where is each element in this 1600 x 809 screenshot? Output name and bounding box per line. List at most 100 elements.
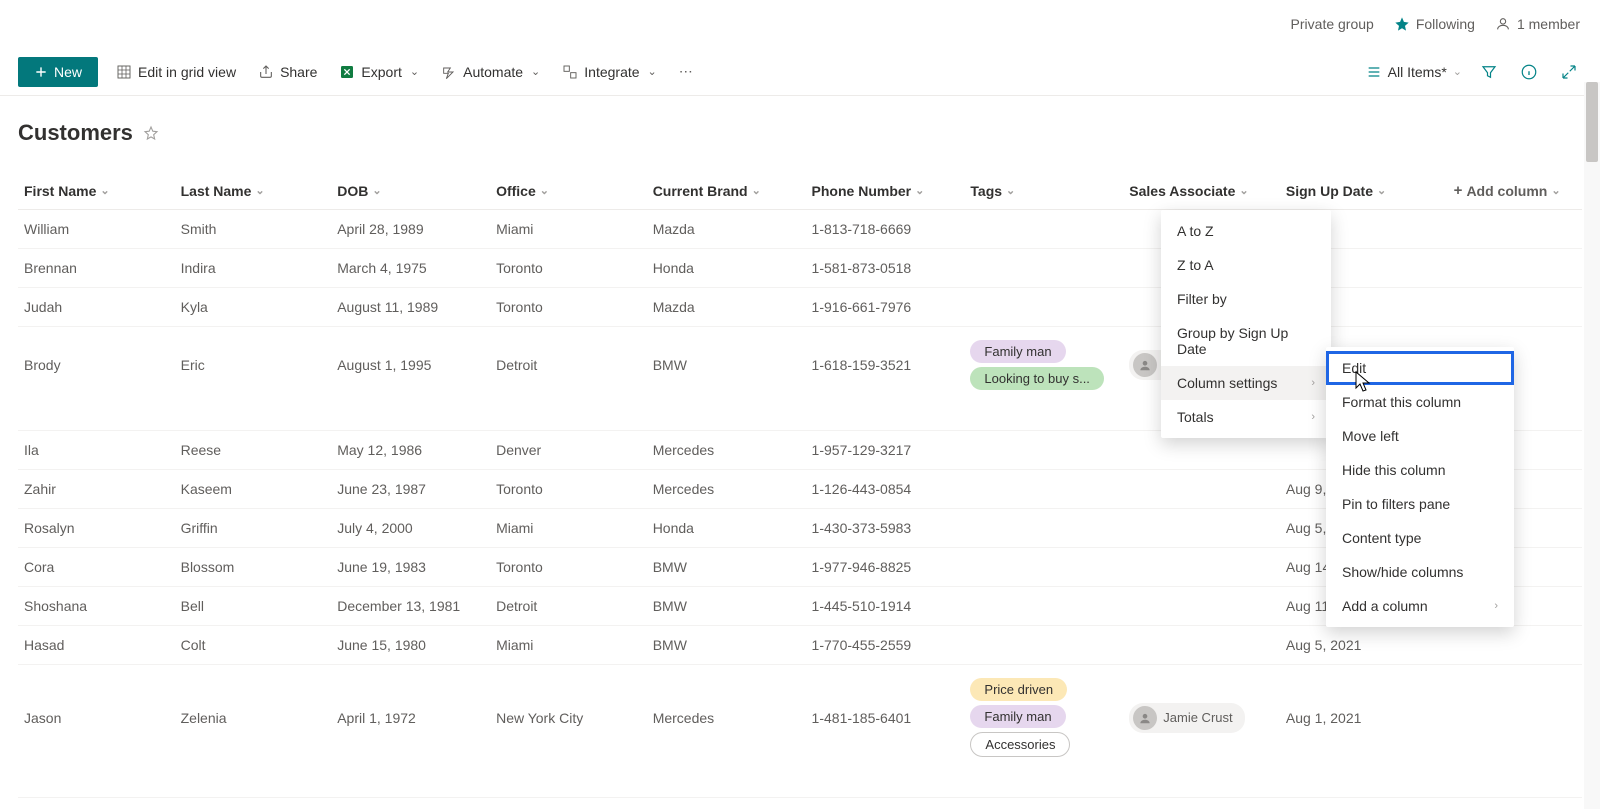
cell-last: Zelenia <box>175 665 332 798</box>
col-dob[interactable]: DOB⌄ <box>337 183 381 199</box>
cell-tags <box>964 509 1123 548</box>
col-assoc[interactable]: Sales Associate⌄ <box>1129 183 1248 199</box>
submenu-item[interactable]: Pin to filters pane <box>1326 487 1514 521</box>
cell-last: Blossom <box>175 548 332 587</box>
menu-item[interactable]: Column settings› <box>1161 366 1331 400</box>
view-selector[interactable]: All Items* ⌄ <box>1366 64 1462 80</box>
more-button[interactable]: ⋯ <box>675 57 697 86</box>
cell-last: Aimee <box>175 798 332 809</box>
cell-dob: April 1, 1972 <box>331 665 490 798</box>
col-office[interactable]: Office⌄ <box>496 183 549 199</box>
private-group-label: Private group <box>1291 16 1374 32</box>
new-button[interactable]: New <box>18 57 98 87</box>
automate-label: Automate <box>463 64 523 80</box>
automate-button[interactable]: Automate ⌄ <box>437 58 544 86</box>
menu-item[interactable]: Z to A <box>1161 248 1331 282</box>
menu-item[interactable]: Group by Sign Up Date <box>1161 316 1331 366</box>
submenu-item[interactable]: Move left <box>1326 419 1514 453</box>
grid-icon <box>116 64 132 80</box>
cell-office: Miami <box>490 210 647 249</box>
cell-tags <box>964 798 1123 809</box>
members-link[interactable]: 1 member <box>1495 16 1580 32</box>
cell-brand: Mazda <box>647 210 806 249</box>
expand-button[interactable] <box>1556 59 1582 85</box>
add-column-button[interactable]: +Add column⌄ <box>1454 182 1561 199</box>
cell-last: Bell <box>175 587 332 626</box>
export-label: Export <box>361 64 401 80</box>
edit-grid-label: Edit in grid view <box>138 64 236 80</box>
menu-item[interactable]: Filter by <box>1161 282 1331 316</box>
cell-dob: August 11, 1989 <box>331 288 490 327</box>
export-button[interactable]: Export ⌄ <box>335 58 423 86</box>
info-pane-button[interactable] <box>1516 59 1542 85</box>
col-brand[interactable]: Current Brand⌄ <box>653 183 761 199</box>
menu-item[interactable]: A to Z <box>1161 214 1331 248</box>
submenu-item[interactable]: Content type <box>1326 521 1514 555</box>
col-sign-up[interactable]: Sign Up Date⌄ <box>1286 183 1386 199</box>
cell-empty <box>1448 626 1582 665</box>
vertical-scrollbar[interactable] <box>1584 82 1600 809</box>
cell-dob: July 4, 2000 <box>331 509 490 548</box>
table-row[interactable]: EugeniaAimeeJanuary 9, 1990DallasBMW1-61… <box>18 798 1582 809</box>
submenu-item[interactable]: Edit <box>1326 351 1514 385</box>
cell-empty <box>1448 288 1582 327</box>
cell-office: New York City <box>490 665 647 798</box>
cell-office: Toronto <box>490 249 647 288</box>
cell-last: Indira <box>175 249 332 288</box>
table-row[interactable]: BrennanIndiraMarch 4, 1975TorontoHonda1-… <box>18 249 1582 288</box>
share-button[interactable]: Share <box>254 58 321 86</box>
submenu-item[interactable]: Add a column› <box>1326 589 1514 623</box>
new-button-label: New <box>54 64 82 80</box>
cell-tags <box>964 210 1123 249</box>
submenu-item[interactable]: Format this column <box>1326 385 1514 419</box>
cell-dob: June 19, 1983 <box>331 548 490 587</box>
command-bar: New Edit in grid view Share Export ⌄ <box>0 48 1600 96</box>
cell-first: Hasad <box>18 626 175 665</box>
cell-empty <box>1448 665 1582 798</box>
cell-phone: 1-770-455-2559 <box>806 626 965 665</box>
filter-pane-button[interactable] <box>1476 59 1502 85</box>
cell-office: Denver <box>490 431 647 470</box>
submenu-item[interactable]: Show/hide columns <box>1326 555 1514 589</box>
cell-tags <box>964 470 1123 509</box>
col-first-name[interactable]: First Name⌄ <box>24 183 110 199</box>
col-phone[interactable]: Phone Number⌄ <box>812 183 925 199</box>
cell-phone: 1-581-873-0518 <box>806 249 965 288</box>
cell-first: Eugenia <box>18 798 175 809</box>
menu-item[interactable]: Totals› <box>1161 400 1331 434</box>
star-filled-icon <box>1394 16 1410 32</box>
cell-last: Eric <box>175 327 332 431</box>
integrate-icon <box>562 64 578 80</box>
cell-dob: March 4, 1975 <box>331 249 490 288</box>
cell-office: Detroit <box>490 587 647 626</box>
cell-associate <box>1123 509 1280 548</box>
scrollbar-thumb[interactable] <box>1586 82 1598 162</box>
chevron-down-icon: ⌄ <box>410 65 419 78</box>
cell-last: Kyla <box>175 288 332 327</box>
cell-empty <box>1448 210 1582 249</box>
cell-dob: June 15, 1980 <box>331 626 490 665</box>
cell-office: Detroit <box>490 327 647 431</box>
avatar-icon <box>1133 706 1157 730</box>
col-last-name[interactable]: Last Name⌄ <box>181 183 265 199</box>
col-tags[interactable]: Tags⌄ <box>970 183 1015 199</box>
cell-tags <box>964 626 1123 665</box>
table-row[interactable]: HasadColtJune 15, 1980MiamiBMW1-770-455-… <box>18 626 1582 665</box>
cell-brand: BMW <box>647 798 806 809</box>
cell-tags: Family manLooking to buy s... <box>964 327 1123 431</box>
table-row[interactable]: JudahKylaAugust 11, 1989TorontoMazda1-91… <box>18 288 1582 327</box>
integrate-button[interactable]: Integrate ⌄ <box>558 58 660 86</box>
cell-phone: 1-916-661-7976 <box>806 288 965 327</box>
person-pill[interactable]: Jamie Crust <box>1129 703 1244 733</box>
submenu-item[interactable]: Hide this column <box>1326 453 1514 487</box>
cell-associate: Jamie Crust <box>1123 665 1280 798</box>
table-row[interactable]: WilliamSmithApril 28, 1989MiamiMazda1-81… <box>18 210 1582 249</box>
view-label: All Items* <box>1388 64 1447 80</box>
edit-grid-button[interactable]: Edit in grid view <box>112 58 240 86</box>
following-toggle[interactable]: Following <box>1394 16 1475 32</box>
table-row[interactable]: JasonZeleniaApril 1, 1972New York CityMe… <box>18 665 1582 798</box>
cell-sign-up: Aug 5, 2021 <box>1280 798 1448 809</box>
favorite-star-icon[interactable] <box>143 125 159 141</box>
cell-sign-up: Aug 1, 2021 <box>1280 665 1448 798</box>
tag-pill: Price driven <box>970 678 1067 701</box>
